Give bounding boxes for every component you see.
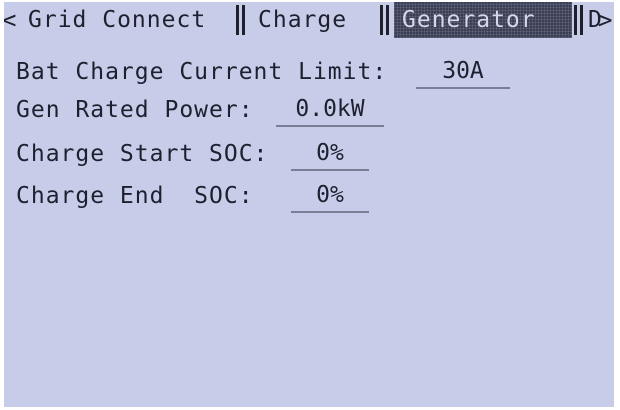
tab-separator xyxy=(236,5,245,35)
scroll-left-arrow-icon[interactable]: < xyxy=(4,2,16,38)
charge-end-soc-field[interactable]: 0% xyxy=(291,179,369,213)
gen-rated-power-label: Gen Rated Power: xyxy=(16,97,254,123)
tab-generator[interactable]: Generator xyxy=(394,2,572,38)
tab-charge[interactable]: Charge xyxy=(250,2,378,38)
tab-separator xyxy=(574,5,583,35)
lcd-screen: < Grid Connect Charge Generator D > Bat … xyxy=(4,2,614,407)
bat-charge-current-limit-label: Bat Charge Current Limit: xyxy=(16,59,388,85)
scroll-right-arrow-icon[interactable]: > xyxy=(598,2,612,38)
tab-separator xyxy=(380,5,389,35)
charge-start-soc-field[interactable]: 0% xyxy=(291,137,369,171)
charge-start-soc-label: Charge Start SOC: xyxy=(16,141,269,167)
tab-bar: < Grid Connect Charge Generator D > xyxy=(4,2,614,38)
bat-charge-current-limit-field[interactable]: 30A xyxy=(416,55,510,89)
charge-end-soc-label: Charge End SOC: xyxy=(16,183,254,209)
gen-rated-power-field[interactable]: 0.0kW xyxy=(276,93,384,127)
tab-grid-connect[interactable]: Grid Connect xyxy=(20,2,232,38)
